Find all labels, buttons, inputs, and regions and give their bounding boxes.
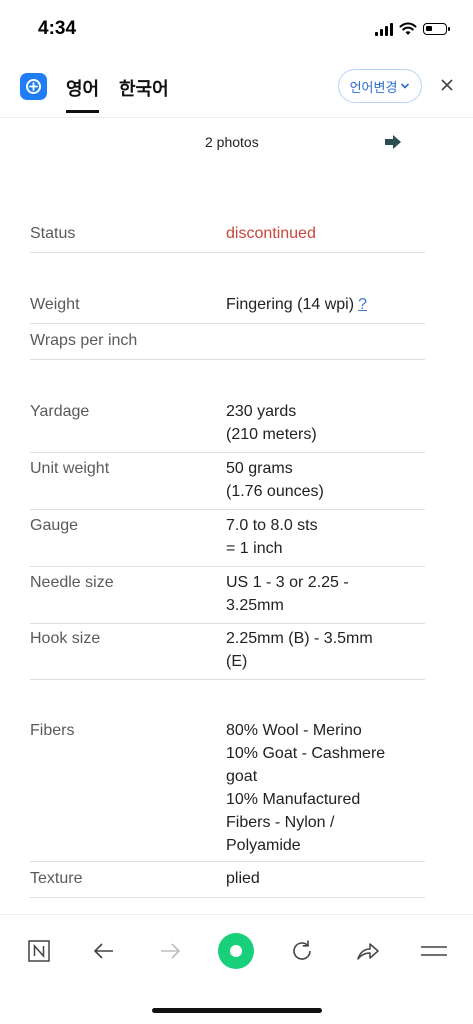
refresh-icon bbox=[293, 940, 311, 960]
attribute-row-needle-size: Needle size US 1 - 3 or 2.25 - 3.25mm bbox=[30, 571, 425, 624]
attribute-label: Hook size bbox=[30, 630, 101, 647]
attribute-row-texture: Texture plied bbox=[30, 867, 425, 898]
attribute-row-hook-size: Hook size 2.25mm (B) - 3.5mm (E) bbox=[30, 627, 425, 680]
arrow-right-icon bbox=[385, 135, 401, 149]
attribute-label: Status bbox=[30, 225, 76, 242]
weight-value: Fingering (14 wpi) bbox=[226, 296, 355, 313]
green-dot-button[interactable] bbox=[216, 931, 256, 971]
photos-count[interactable]: 2 photos bbox=[205, 134, 259, 150]
close-translate-button[interactable] bbox=[436, 74, 458, 96]
status-bar: 4:34 bbox=[0, 0, 473, 60]
attribute-label: Yardage bbox=[30, 403, 90, 420]
green-dot-icon bbox=[218, 933, 254, 969]
share-button[interactable] bbox=[348, 931, 388, 971]
translate-toolbar: 영어 한국어 언어변경 bbox=[0, 60, 473, 118]
attribute-row-status: Status discontinued bbox=[30, 222, 425, 253]
weight-help-link[interactable]: ? bbox=[358, 296, 367, 313]
change-language-button[interactable]: 언어변경 bbox=[338, 69, 422, 103]
attribute-row-fibers: Fibers 80% Wool - Merino 10% Goat - Cash… bbox=[30, 719, 425, 862]
attribute-row-weight: Weight Fingering (14 wpi)? bbox=[30, 293, 425, 324]
attribute-row-gauge: Gauge 7.0 to 8.0 sts = 1 inch bbox=[30, 514, 425, 567]
attribute-value: US 1 - 3 or 2.25 - 3.25mm bbox=[226, 574, 349, 614]
forward-arrow-icon bbox=[161, 943, 181, 959]
attribute-value: plied bbox=[226, 870, 260, 887]
attribute-label: Texture bbox=[30, 870, 83, 887]
status-time: 4:34 bbox=[38, 18, 77, 39]
wifi-icon bbox=[399, 22, 417, 35]
cellular-signal-icon bbox=[375, 22, 393, 36]
attribute-label: Fibers bbox=[30, 722, 75, 739]
tab-english[interactable]: 영어 bbox=[66, 75, 100, 113]
attribute-label: Wraps per inch bbox=[30, 332, 138, 349]
attribute-row-unit-weight: Unit weight 50 grams (1.76 ounces) bbox=[30, 457, 425, 510]
home-indicator[interactable] bbox=[152, 1008, 322, 1013]
attribute-label: Gauge bbox=[30, 517, 79, 534]
attribute-label: Unit weight bbox=[30, 460, 110, 477]
attribute-value: 50 grams (1.76 ounces) bbox=[226, 460, 324, 500]
attribute-value: 80% Wool - Merino 10% Goat - Cashmere go… bbox=[226, 722, 386, 854]
tab-korean[interactable]: 한국어 bbox=[119, 75, 169, 101]
status-value: discontinued bbox=[226, 225, 316, 242]
chevron-down-icon bbox=[401, 83, 410, 89]
weight-value-cell: Fingering (14 wpi)? bbox=[226, 293, 422, 316]
menu-button[interactable] bbox=[414, 931, 454, 971]
attribute-row-yardage: Yardage 230 yards (210 meters) bbox=[30, 400, 425, 453]
attribute-label: Needle size bbox=[30, 574, 114, 591]
attribute-value: 2.25mm (B) - 3.5mm (E) bbox=[226, 630, 373, 670]
naver-icon bbox=[28, 940, 50, 962]
attribute-value: 230 yards (210 meters) bbox=[226, 403, 317, 443]
translator-logo-icon bbox=[20, 73, 47, 100]
forward-button[interactable] bbox=[150, 931, 190, 971]
status-icons bbox=[375, 22, 450, 36]
attribute-label: Weight bbox=[30, 296, 80, 313]
menu-icon bbox=[421, 946, 447, 956]
share-icon bbox=[357, 943, 379, 960]
back-button[interactable] bbox=[84, 931, 124, 971]
attribute-row-wraps-per-inch: Wraps per inch bbox=[30, 329, 425, 360]
browser-toolbar bbox=[0, 914, 473, 984]
change-language-label: 언어변경 bbox=[349, 79, 398, 95]
naver-home-button[interactable] bbox=[19, 931, 59, 971]
refresh-button[interactable] bbox=[282, 931, 322, 971]
photos-row: 2 photos bbox=[0, 118, 473, 166]
next-photo-button[interactable] bbox=[384, 134, 402, 155]
attribute-value: 7.0 to 8.0 sts = 1 inch bbox=[226, 517, 318, 557]
close-icon bbox=[441, 79, 453, 91]
back-arrow-icon bbox=[93, 943, 113, 959]
battery-icon bbox=[423, 23, 450, 35]
